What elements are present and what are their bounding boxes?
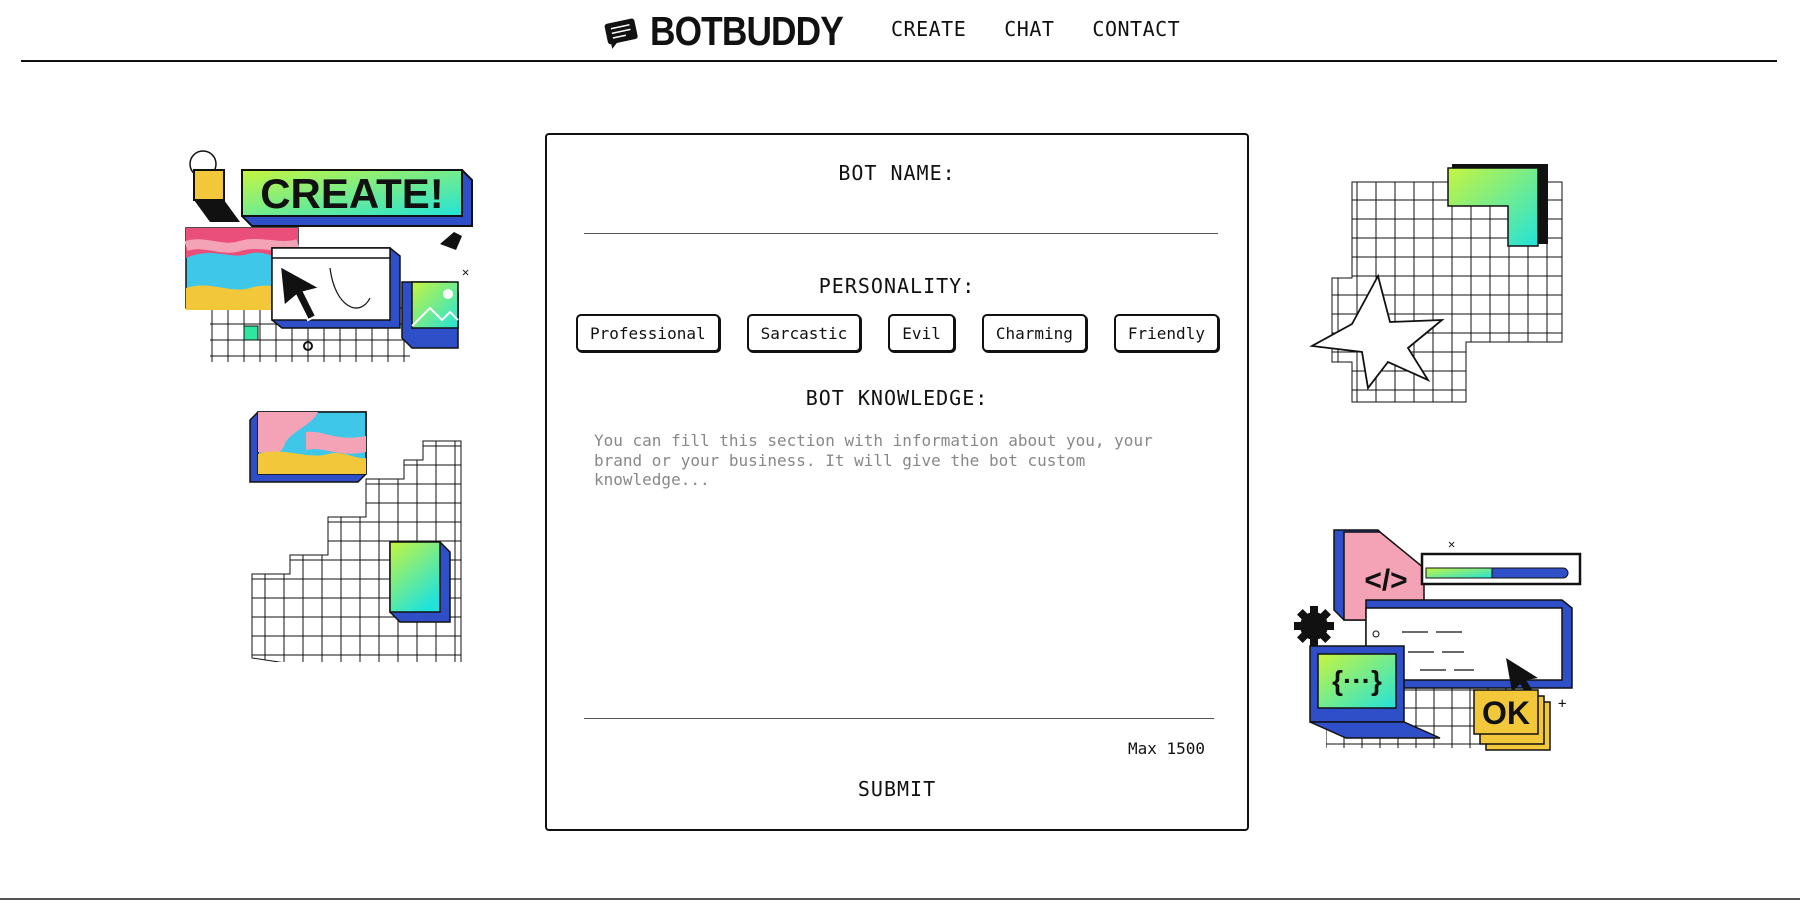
progress-window xyxy=(1420,552,1582,586)
brand-name: BOTBUDDY xyxy=(650,8,844,54)
personality-label: PERSONALITY: xyxy=(818,274,976,298)
bot-name-input[interactable] xyxy=(584,195,1218,234)
nav-chat-link[interactable]: CHAT xyxy=(1004,17,1054,41)
create-illustration: CREATE! ✕ xyxy=(184,150,473,362)
header-divider xyxy=(21,60,1777,62)
svg-text:✕: ✕ xyxy=(462,265,469,279)
grid-blocks-illustration xyxy=(249,411,462,662)
green-cube xyxy=(389,541,451,623)
bot-knowledge-label: BOT KNOWLEDGE: xyxy=(805,386,989,410)
ok-badge: OK xyxy=(1473,689,1551,751)
nav-create-link[interactable]: CREATE xyxy=(891,17,966,41)
create-badge-text: CREATE! xyxy=(260,170,444,217)
ok-badge-text: OK xyxy=(1482,695,1530,731)
code-badge-text: </> xyxy=(1364,564,1407,597)
personality-charming-button[interactable]: Charming xyxy=(981,314,1087,352)
create-badge: CREATE! xyxy=(194,169,473,227)
submit-button[interactable]: SUBMIT xyxy=(852,776,942,802)
code-illustration: </> ✕ {···} OK + xyxy=(1294,529,1582,751)
max-length-note: Max 1500 xyxy=(1127,739,1205,758)
personality-options: Professional Sarcastic Evil Charming Fri… xyxy=(547,314,1247,352)
personality-sarcastic-button[interactable]: Sarcastic xyxy=(746,314,862,352)
image-frame-icon xyxy=(401,281,459,349)
pen-icon xyxy=(440,232,462,250)
svg-text:+: + xyxy=(1558,696,1566,712)
chat-bubble-logo-icon xyxy=(604,18,638,49)
personality-evil-button[interactable]: Evil xyxy=(888,314,955,352)
star-grid-illustration xyxy=(1309,164,1563,403)
laptop-text: {···} xyxy=(1332,665,1382,696)
bot-name-label: BOT NAME: xyxy=(838,161,956,185)
site-header: BOTBUDDY CREATE CHAT CONTACT xyxy=(0,0,1800,62)
svg-text:✕: ✕ xyxy=(1448,537,1455,551)
nav-contact-link[interactable]: CONTACT xyxy=(1092,17,1180,41)
personality-professional-button[interactable]: Professional xyxy=(576,314,720,352)
gear-icon xyxy=(1294,606,1334,646)
bot-creation-form: BOT NAME: PERSONALITY: Professional Sarc… xyxy=(545,133,1249,831)
wavy-art-tile xyxy=(249,411,367,483)
bot-knowledge-textarea[interactable] xyxy=(584,427,1214,719)
main-nav: CREATE CHAT CONTACT xyxy=(891,17,1180,41)
personality-friendly-button[interactable]: Friendly xyxy=(1113,314,1219,352)
brand-logo-link[interactable]: BOTBUDDY xyxy=(604,8,874,54)
